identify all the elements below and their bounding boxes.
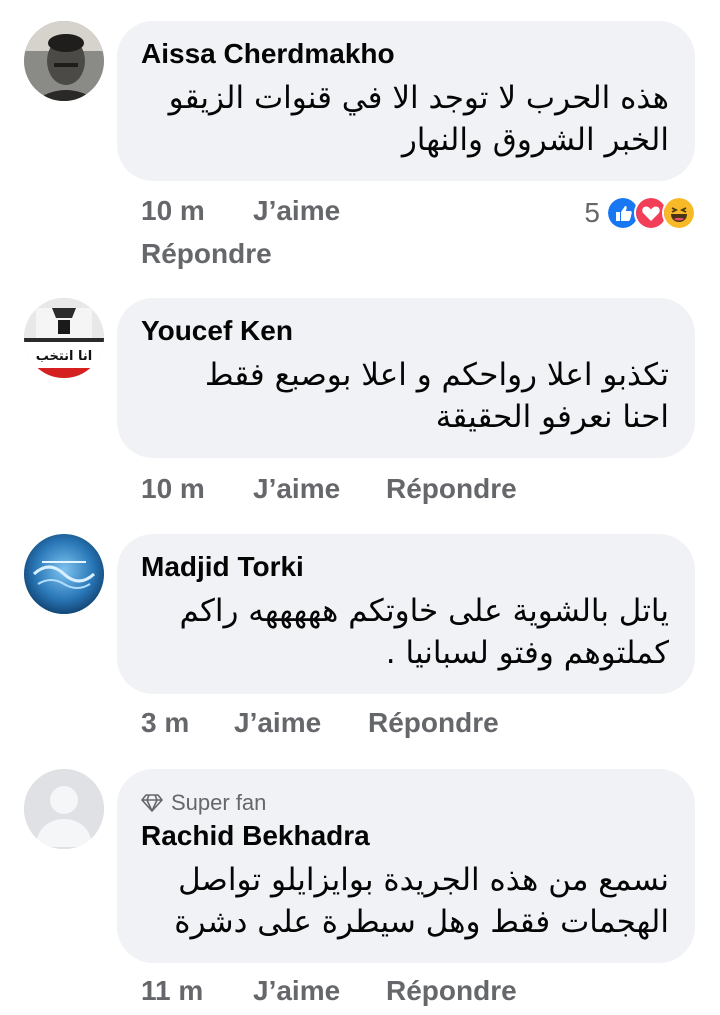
- default-avatar-icon: [24, 769, 104, 849]
- like-button[interactable]: J’aime: [253, 195, 340, 227]
- comment-author[interactable]: Aissa Cherdmakho: [141, 37, 669, 71]
- comment-text: هذه الحرب لا توجد الا في قنوات الزيقو ال…: [141, 77, 669, 161]
- comment-author[interactable]: Madjid Torki: [141, 550, 669, 584]
- timestamp[interactable]: 11 m: [141, 975, 203, 1007]
- reply-button[interactable]: Répondre: [386, 975, 517, 1007]
- profile-photo-icon: [24, 21, 104, 101]
- comment-bubble: Super fan Rachid Bekhadra نسمع من هذه ال…: [117, 769, 695, 963]
- reaction-count: 5: [584, 197, 600, 228]
- timestamp[interactable]: 10 m: [141, 473, 205, 505]
- comment-author[interactable]: Rachid Bekhadra: [141, 819, 669, 853]
- haha-icon: [662, 196, 696, 230]
- reply-button[interactable]: Répondre: [386, 473, 517, 505]
- profile-photo-icon: [24, 534, 104, 614]
- comment-text-line: الهجمات فقط وهل سيطرة على دشرة: [174, 904, 669, 940]
- comment-text-line: الخبر الشروق والنهار: [401, 122, 669, 158]
- comment-text-line: ياتل بالشوية على خاوتكم هههههه راكم: [179, 593, 669, 629]
- avatar[interactable]: [24, 21, 104, 101]
- timestamp[interactable]: 10 m: [141, 195, 205, 227]
- diamond-icon: [141, 794, 163, 812]
- comment-text: ياتل بالشوية على خاوتكم هههههه راكم كملت…: [141, 590, 669, 674]
- like-button[interactable]: J’aime: [253, 473, 340, 505]
- avatar-caption: انا انتخب: [36, 349, 93, 364]
- comment-text-line: تكذبو اعلا رواحكم و اعلا بوصبع فقط: [204, 357, 669, 393]
- comment-text-line: احنا نعرفو الحقيقة: [435, 399, 669, 435]
- reply-button[interactable]: Répondre: [368, 707, 499, 739]
- comment-text-line: كملتوهم وفتو لسبانيا .: [385, 635, 669, 671]
- comment-bubble: Youcef Ken تكذبو اعلا رواحكم و اعلا بوصب…: [117, 298, 695, 458]
- reply-button[interactable]: Répondre: [141, 238, 272, 270]
- super-fan-badge[interactable]: Super fan: [141, 789, 669, 817]
- comment-text: تكذبو اعلا رواحكم و اعلا بوصبع فقط احنا …: [141, 354, 669, 438]
- comment-author[interactable]: Youcef Ken: [141, 314, 669, 348]
- avatar[interactable]: [24, 534, 104, 614]
- timestamp[interactable]: 3 m: [141, 707, 189, 739]
- avatar[interactable]: [24, 769, 104, 849]
- comment-bubble: Madjid Torki ياتل بالشوية على خاوتكم ههه…: [117, 534, 695, 694]
- comment-text-line: نسمع من هذه الجريدة بوايزايلو تواصل: [178, 862, 669, 898]
- avatar[interactable]: انا انتخب: [24, 298, 104, 378]
- comment-text-line: هذه الحرب لا توجد الا في قنوات الزيقو: [168, 80, 669, 116]
- like-button[interactable]: J’aime: [234, 707, 321, 739]
- like-button[interactable]: J’aime: [253, 975, 340, 1007]
- comment-text: نسمع من هذه الجريدة بوايزايلو تواصل الهج…: [141, 859, 669, 943]
- reaction-summary[interactable]: 5: [584, 195, 696, 231]
- badge-label: Super fan: [171, 790, 267, 815]
- comment-bubble: Aissa Cherdmakho هذه الحرب لا توجد الا ف…: [117, 21, 695, 181]
- profile-photo-icon: انا انتخب: [24, 298, 104, 378]
